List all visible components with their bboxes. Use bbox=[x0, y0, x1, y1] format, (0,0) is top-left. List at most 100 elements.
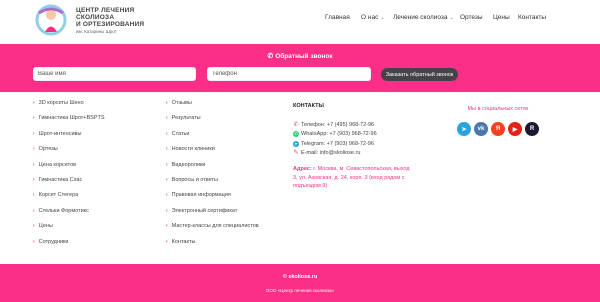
nav-contacts-label: Контакты bbox=[518, 14, 547, 21]
chevron-right-icon: › bbox=[166, 115, 168, 122]
site-header: ЦЕНТР ЛЕЧЕНИЯ СКОЛИОЗА И ОРТЕЗИРОВАНИЯ и… bbox=[0, 0, 600, 41]
social-icons: ➤ vk Я ▶ R bbox=[438, 122, 558, 136]
chevron-right-icon: › bbox=[166, 130, 168, 137]
footer-link[interactable]: › Электронный сертификат bbox=[166, 208, 259, 223]
nav-treatment[interactable]: Лечение сколиоза ⌄ bbox=[393, 14, 454, 21]
footer-link[interactable]: › Новости клиники bbox=[166, 146, 259, 161]
footer-link[interactable]: › Видеоролики bbox=[166, 162, 259, 177]
chevron-right-icon: › bbox=[166, 100, 168, 106]
footer-link[interactable]: › Цена корсетов bbox=[33, 162, 105, 177]
social-block: Мы в социальных сетях ➤ vk Я ▶ R bbox=[438, 106, 558, 136]
nav-contacts[interactable]: Контакты bbox=[518, 14, 546, 21]
chevron-right-icon: › bbox=[166, 238, 168, 245]
chevron-right-icon: › bbox=[166, 223, 168, 230]
footer-link-label: Мастер-классы для специалистов bbox=[171, 223, 259, 230]
nav-about-label: О нас bbox=[361, 14, 379, 21]
callback-title-text: Обратный звонок bbox=[275, 53, 333, 60]
nav-home[interactable]: Главная bbox=[325, 14, 350, 21]
footer-link-label: Статьи bbox=[171, 130, 190, 137]
vk-icon[interactable]: vk bbox=[474, 122, 488, 136]
callback-submit-button[interactable]: Заказать обратный звонок bbox=[381, 68, 458, 81]
footer-link[interactable]: › Отзывы bbox=[166, 100, 259, 115]
organization-name: ООО «Центр лечения сколиоза» bbox=[265, 288, 335, 293]
footer-link[interactable]: › Ортезы bbox=[33, 146, 105, 161]
chevron-down-icon: ⌄ bbox=[449, 15, 454, 21]
address-label: Адрес: bbox=[293, 166, 312, 172]
footer-link[interactable]: › Шрот-интенсивы bbox=[33, 131, 105, 146]
callback-title: ✆ Обратный звонок bbox=[0, 52, 600, 60]
contact-telegram[interactable]: ➤ Telegram: +7 (903) 968-72-96 bbox=[293, 139, 423, 149]
chevron-right-icon: › bbox=[33, 207, 35, 214]
footer-link[interactable]: › Контакты bbox=[166, 239, 259, 254]
phone-input[interactable] bbox=[207, 67, 371, 81]
footer-link-label: Гимнастика Схас bbox=[38, 176, 83, 183]
telegram-icon[interactable]: ➤ bbox=[457, 122, 471, 136]
nav-prices[interactable]: Цены bbox=[493, 14, 510, 21]
chevron-right-icon: › bbox=[166, 192, 168, 199]
contact-phone[interactable]: ✆ Телефон: +7 (495) 968-72-96 bbox=[293, 120, 423, 130]
footer-link-label: Правовая информация bbox=[171, 192, 231, 199]
rutube-icon[interactable]: R bbox=[525, 122, 539, 136]
chevron-right-icon: › bbox=[166, 161, 168, 168]
footer-links-col2: › Отзывы › Результаты › Статьи › Новости клиник… bbox=[166, 100, 259, 254]
footer-link[interactable]: › Цены bbox=[33, 223, 105, 238]
youtube-icon[interactable]: ▶ bbox=[508, 122, 522, 136]
chevron-right-icon: › bbox=[33, 130, 35, 137]
footer-link[interactable]: › Вопросы и ответы bbox=[166, 177, 259, 192]
footer-link[interactable]: › Статьи bbox=[166, 131, 259, 146]
footer-link-label: Цена корсетов bbox=[38, 161, 77, 168]
footer-link[interactable]: › 3D корсеты Шено bbox=[33, 100, 105, 115]
footer-link[interactable]: › Сотрудники bbox=[33, 239, 105, 254]
whatsapp-icon: ✆ bbox=[293, 131, 299, 138]
phone-icon: ✆ bbox=[267, 53, 274, 60]
footer-link-label: Корсет Стегера bbox=[38, 192, 79, 199]
chevron-right-icon: › bbox=[33, 100, 35, 106]
footer-link[interactable]: › Мастер-классы для специалистов bbox=[166, 223, 259, 238]
footer-link[interactable]: › Стельки Формотикс bbox=[33, 208, 105, 223]
contact-email[interactable]: ✎ E-mail: info@skoliose.ru bbox=[293, 149, 423, 159]
main-nav: Главная О нас ⌄ Лечение сколиоза ⌄ Ортезы … bbox=[0, 14, 600, 26]
telegram-icon: ➤ bbox=[293, 140, 299, 147]
chevron-right-icon: › bbox=[33, 238, 35, 245]
nav-home-label: Главная bbox=[325, 14, 350, 21]
nav-orthoses[interactable]: Ортезы bbox=[460, 14, 483, 21]
footer-link-label: Видеоролики bbox=[171, 161, 206, 168]
contacts-block: КОНТАКТЫ ✆ Телефон: +7 (495) 968-72-96 ✆ W… bbox=[293, 103, 423, 191]
contacts-title: КОНТАКТЫ bbox=[293, 103, 324, 109]
copyright: © skoliose.ru bbox=[282, 274, 318, 280]
footer-link[interactable]: › Гимнастика Схас bbox=[33, 177, 105, 192]
chevron-right-icon: › bbox=[166, 176, 168, 183]
chevron-right-icon: › bbox=[166, 207, 168, 214]
footer-link-label: Стельки Формотикс bbox=[38, 207, 89, 214]
contact-email-text: E-mail: info@skoliose.ru bbox=[301, 150, 361, 157]
footer-link-label: Сотрудники bbox=[38, 238, 69, 245]
chevron-right-icon: › bbox=[33, 161, 35, 168]
callback-band: ✆Обратный звонок Заказать обратный звоно… bbox=[0, 44, 600, 92]
footer-link-label: 3D корсеты Шено bbox=[38, 100, 84, 106]
footer-link[interactable]: › Гимнастика Шрот+BSPTS bbox=[33, 115, 105, 130]
chevron-right-icon: › bbox=[166, 146, 168, 153]
nav-treatment-label: Лечение сколиоза bbox=[393, 14, 448, 21]
logo-line1: ЦЕНТР ЛЕЧЕНИЯ bbox=[76, 7, 135, 14]
name-input[interactable] bbox=[33, 67, 196, 81]
footer-link-label: Ортезы bbox=[38, 146, 58, 153]
contact-telegram-text: Telegram: +7 (903) 968-72-96 bbox=[301, 140, 374, 147]
contact-address: Адрес: г. Москва, м. Севастопольская, вы… bbox=[293, 165, 411, 191]
yandex-icon[interactable]: Я bbox=[491, 122, 505, 136]
footer-link-label: Электронный сертификат bbox=[171, 207, 238, 214]
footer-link-label: Шрот-интенсивы bbox=[38, 130, 82, 137]
nav-orthoses-label: Ортезы bbox=[460, 14, 483, 21]
contact-whatsapp[interactable]: ✆ WhatsApp: +7 (903) 968-72-96 bbox=[293, 130, 423, 140]
phone-icon: ✆ bbox=[293, 121, 299, 128]
bottom-bar: © skoliose.ru ООО «Центр лечения сколиоз… bbox=[0, 264, 600, 302]
footer-link-label: Гимнастика Шрот+BSPTS bbox=[38, 115, 105, 122]
pencil-icon: ✎ bbox=[293, 150, 299, 157]
footer-link[interactable]: › Правовая информация bbox=[166, 192, 259, 207]
nav-about[interactable]: О нас ⌄ bbox=[361, 14, 385, 21]
footer-link[interactable]: › Корсет Стегера bbox=[33, 192, 105, 207]
footer-link[interactable]: › Результаты bbox=[166, 115, 259, 130]
footer-link-label: Контакты bbox=[171, 238, 196, 245]
contact-whatsapp-text: WhatsApp: +7 (903) 968-72-96 bbox=[301, 131, 377, 138]
footer-link-label: Результаты bbox=[171, 115, 201, 122]
chevron-right-icon: › bbox=[33, 115, 35, 122]
